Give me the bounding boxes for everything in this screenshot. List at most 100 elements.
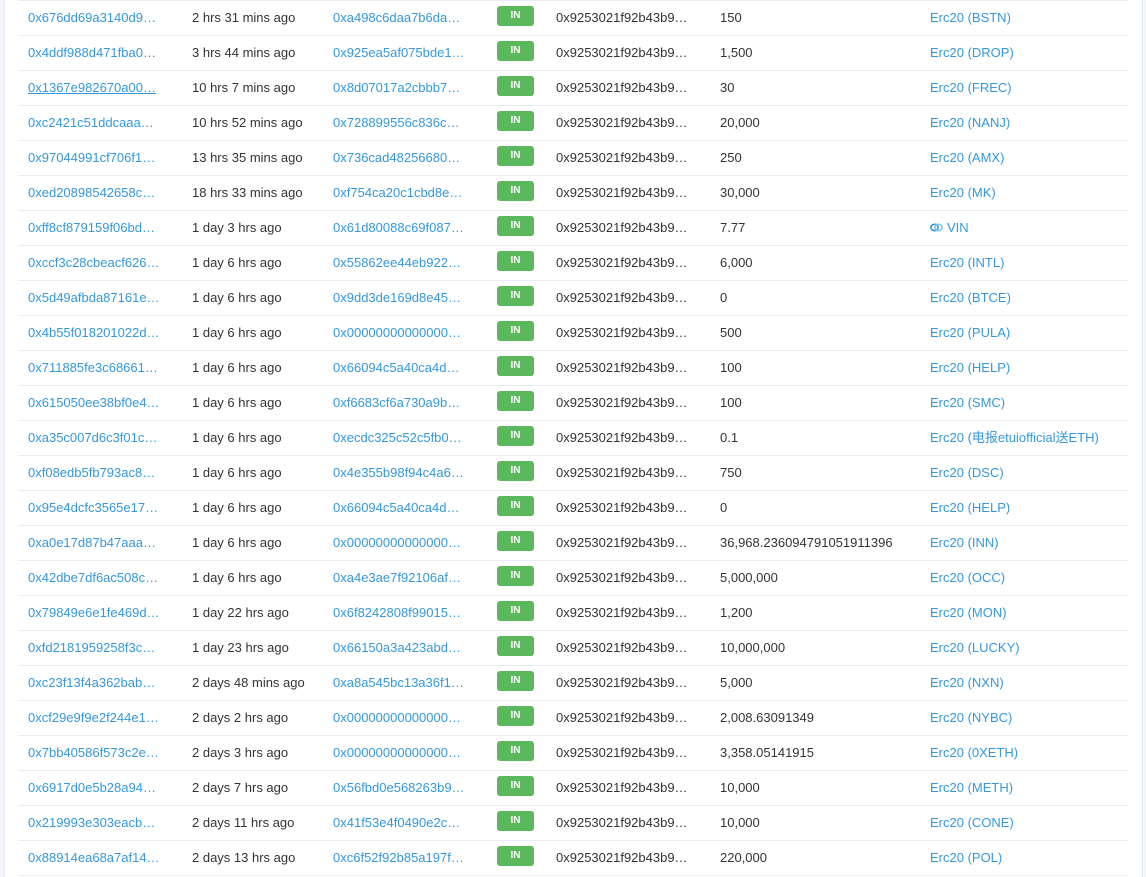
token-link[interactable]: Erc20 (AMX): [930, 150, 1004, 165]
from-address-link[interactable]: 0xc6f52f92b85a197f…: [333, 850, 464, 865]
txn-hash-link[interactable]: 0x95e4dcfc3565e17…: [28, 500, 158, 515]
txn-hash-link[interactable]: 0x1367e982670a00…: [28, 80, 156, 95]
token-link[interactable]: Erc20 (LUCKY): [930, 640, 1020, 655]
txn-hash-link[interactable]: 0x6917d0e5b28a94…: [28, 780, 156, 795]
token-link[interactable]: Erc20 (OCC): [930, 570, 1005, 585]
txn-hash-link[interactable]: 0xa0e17d87b47aaa…: [28, 535, 156, 550]
txn-hash-link[interactable]: 0x42dbe7df6ac508c…: [28, 570, 158, 585]
token-link[interactable]: Erc20 (CONE): [930, 815, 1014, 830]
token-link[interactable]: Erc20 (METH): [930, 780, 1013, 795]
token-link[interactable]: Erc20 (电报etuiofficial送ETH): [930, 430, 1099, 445]
to-address: 0x9253021f92b43b9…: [547, 525, 711, 561]
direction-in-badge: IN: [497, 251, 534, 271]
txn-hash-cell: 0x4ddf988d471fba0…: [19, 35, 183, 71]
from-address-link[interactable]: 0x728899556c836c…: [333, 115, 460, 130]
txn-hash-link[interactable]: 0xfd2181959258f3c…: [28, 640, 155, 655]
txn-hash-link[interactable]: 0xccf3c28cbeacf626…: [28, 255, 160, 270]
from-address-link[interactable]: 0xecdc325c52c5fb0…: [333, 430, 462, 445]
txn-value: 100: [711, 350, 921, 386]
to-address: 0x9253021f92b43b9…: [547, 35, 711, 71]
txn-hash-cell: 0x5d49afbda87161e…: [19, 280, 183, 316]
from-address-link[interactable]: 0x00000000000000…: [333, 325, 461, 340]
token-link[interactable]: Erc20 (NANJ): [930, 115, 1010, 130]
direction-in-badge: IN: [497, 426, 534, 446]
from-address-link[interactable]: 0x00000000000000…: [333, 745, 461, 760]
direction-cell: IN: [488, 595, 547, 631]
txn-hash-link[interactable]: 0x7bb40586f573c2e…: [28, 745, 159, 760]
from-address-link[interactable]: 0xa8a545bc13a36f1…: [333, 675, 464, 690]
token-link[interactable]: Erc20 (0XETH): [930, 745, 1018, 760]
txn-hash-link[interactable]: 0x88914ea68a7af14…: [28, 850, 160, 865]
from-address-link[interactable]: 0x66094c5a40ca4d…: [333, 360, 460, 375]
txn-age: 2 days 3 hrs ago: [183, 735, 324, 771]
from-address-link[interactable]: 0xa4e3ae7f92106af…: [333, 570, 461, 585]
from-address-link[interactable]: 0x56fbd0e568263b9…: [333, 780, 465, 795]
from-address-link[interactable]: 0x9dd3de169d8e45…: [333, 290, 461, 305]
txn-hash-link[interactable]: 0x219993e303eacb…: [28, 815, 155, 830]
from-address-link[interactable]: 0xf6683cf6a730a9b…: [333, 395, 460, 410]
from-address-link[interactable]: 0x66150a3a423abd…: [333, 640, 461, 655]
txn-hash-link[interactable]: 0x676dd69a3140d9…: [28, 10, 156, 25]
txn-hash-link[interactable]: 0x4ddf988d471fba0…: [28, 45, 156, 60]
txn-hash-link[interactable]: 0xf08edb5fb793ac8…: [28, 465, 155, 480]
token-link[interactable]: Erc20 (DSC): [930, 465, 1004, 480]
token-link[interactable]: Erc20 (MON): [930, 605, 1007, 620]
from-address-link[interactable]: 0x66094c5a40ca4d…: [333, 500, 460, 515]
txn-hash-link[interactable]: 0xff8cf879159f06bd…: [28, 220, 155, 235]
token-link[interactable]: Erc20 (BTCE): [930, 290, 1011, 305]
token-link[interactable]: Erc20 (SMC): [930, 395, 1005, 410]
direction-cell: IN: [488, 385, 547, 421]
txn-hash-cell: 0xc23f13f4a362bab…: [19, 665, 183, 701]
txn-age: 2 days 7 hrs ago: [183, 770, 324, 806]
token-link[interactable]: Erc20 (BSTN): [930, 10, 1011, 25]
txn-hash-link[interactable]: 0x615050ee38bf0e4…: [28, 395, 160, 410]
txn-hash-link[interactable]: 0xc2421c51ddcaaa…: [28, 115, 154, 130]
txn-value: 5,000,000: [711, 560, 921, 596]
token-link[interactable]: Erc20 (DROP): [930, 45, 1014, 60]
token-cell: Erc20 (HELP): [921, 490, 1128, 526]
token-link[interactable]: Erc20 (HELP): [930, 500, 1010, 515]
token-link[interactable]: Erc20 (FREC): [930, 80, 1012, 95]
token-link[interactable]: Erc20 (MK): [930, 185, 996, 200]
from-address-link[interactable]: 0xa498c6daa7b6da…: [333, 10, 460, 25]
from-address-link[interactable]: 0x61d80088c69f087…: [333, 220, 464, 235]
from-address-link[interactable]: 0x4e355b98f94c4a6…: [333, 465, 464, 480]
token-link[interactable]: Erc20 (POL): [930, 850, 1002, 865]
token-cell: Erc20 (SMC): [921, 385, 1128, 421]
txn-hash-link[interactable]: 0x711885fe3c68661…: [28, 360, 158, 375]
from-address-link[interactable]: 0x00000000000000…: [333, 535, 461, 550]
from-address-link[interactable]: 0x6f8242808f99015…: [333, 605, 461, 620]
token-transfers-panel: 0x676dd69a3140d9… 2 hrs 31 mins ago 0xa498…: [4, 0, 1143, 877]
token-cell: VIN: [921, 210, 1128, 246]
token-link[interactable]: Erc20 (INN): [930, 535, 999, 550]
txn-hash-link[interactable]: 0xc23f13f4a362bab…: [28, 675, 155, 690]
token-link[interactable]: Erc20 (NXN): [930, 675, 1004, 690]
to-address: 0x9253021f92b43b9…: [547, 350, 711, 386]
token-link[interactable]: Erc20 (PULA): [930, 325, 1010, 340]
txn-age: 1 day 6 hrs ago: [183, 560, 324, 596]
to-address: 0x9253021f92b43b9…: [547, 455, 711, 491]
direction-cell: IN: [488, 490, 547, 526]
from-address-link[interactable]: 0x41f53e4f0490e2c…: [333, 815, 460, 830]
from-address-link[interactable]: 0x55862ee44eb922…: [333, 255, 461, 270]
txn-hash-link[interactable]: 0x5d49afbda87161e…: [28, 290, 160, 305]
token-link[interactable]: Erc20 (NYBC): [930, 710, 1012, 725]
from-address-link[interactable]: 0x925ea5af075bde1…: [333, 45, 465, 60]
txn-hash-link[interactable]: 0xcf29e9f9e2f244e1…: [28, 710, 159, 725]
txn-hash-link[interactable]: 0xed20898542658c…: [28, 185, 155, 200]
token-link[interactable]: Erc20 (HELP): [930, 360, 1010, 375]
to-address: 0x9253021f92b43b9…: [547, 385, 711, 421]
token-link[interactable]: VIN: [947, 220, 969, 235]
token-link[interactable]: Erc20 (INTL): [930, 255, 1004, 270]
from-address-link[interactable]: 0x736cad48256680…: [333, 150, 460, 165]
from-address-link[interactable]: 0xf754ca20c1cbd8e…: [333, 185, 462, 200]
txn-hash-link[interactable]: 0x97044991cf706f1…: [28, 150, 155, 165]
table-row: 0x615050ee38bf0e4… 1 day 6 hrs ago 0xf6683…: [19, 385, 1128, 421]
txn-hash-link[interactable]: 0x4b55f018201022d…: [28, 325, 160, 340]
txn-age: 1 day 23 hrs ago: [183, 630, 324, 666]
from-address-link[interactable]: 0x8d07017a2cbbb7…: [333, 80, 460, 95]
from-address-link[interactable]: 0x00000000000000…: [333, 710, 461, 725]
txn-age: 13 hrs 35 mins ago: [183, 140, 324, 176]
txn-hash-link[interactable]: 0xa35c007d6c3f01c…: [28, 430, 157, 445]
txn-hash-link[interactable]: 0x79849e6e1fe469d…: [28, 605, 160, 620]
